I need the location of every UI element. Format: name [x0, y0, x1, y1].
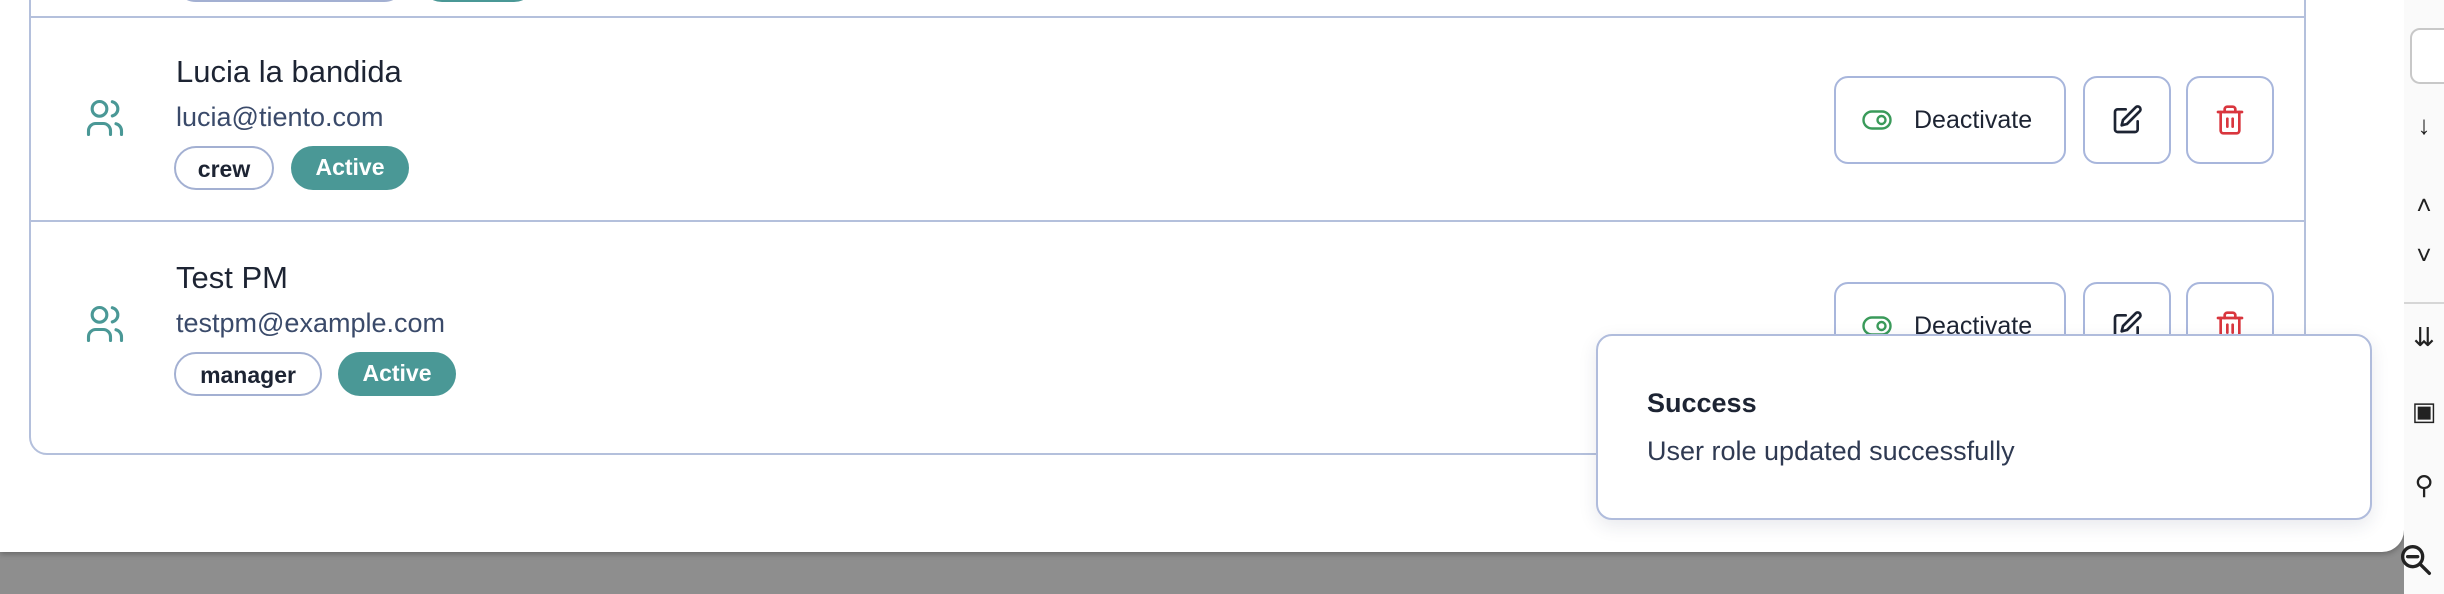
edit-icon	[2113, 105, 2142, 134]
clipboard-icon[interactable]: ▣	[2404, 396, 2444, 427]
role-badge[interactable]: crew	[174, 146, 274, 190]
side-glyph-icon: ↓	[2417, 110, 2431, 140]
user-email: lucia@tiento.com	[176, 102, 384, 132]
delete-button[interactable]	[2186, 76, 2274, 164]
role-badge	[174, 0, 406, 2]
divider	[2404, 302, 2444, 304]
status-badge: Active	[291, 146, 409, 190]
side-toolbar-button[interactable]	[2410, 28, 2444, 84]
zoom-out-icon[interactable]	[2396, 540, 2436, 585]
user-name: Lucia la bandida	[176, 54, 402, 89]
success-toast[interactable]: Success User role updated successfully	[1596, 334, 2372, 520]
side-toolbar	[2404, 0, 2444, 594]
toast-message: User role updated successfully	[1647, 436, 2015, 466]
deactivate-label: Deactivate	[1914, 105, 2033, 134]
user-name: Test PM	[176, 260, 288, 295]
role-badge[interactable]: manager	[174, 352, 322, 396]
chevron-down-icon[interactable]: ˅	[2404, 240, 2444, 271]
toggle-on-icon	[1862, 110, 1892, 130]
toast-title: Success	[1647, 388, 1757, 418]
chevron-up-icon[interactable]: ˄	[2404, 190, 2444, 221]
trash-icon	[2216, 105, 2244, 135]
status-badge	[420, 0, 536, 2]
user-email: testpm@example.com	[176, 308, 445, 338]
deactivate-button[interactable]: Deactivate	[1834, 76, 2066, 164]
app-window: Lucia la bandida lucia@tiento.com crew A…	[0, 0, 2404, 552]
user-row: Lucia la bandida lucia@tiento.com crew A…	[31, 16, 2304, 222]
toggle-on-icon	[1862, 316, 1892, 336]
users-icon	[83, 302, 127, 346]
status-badge: Active	[338, 352, 456, 396]
collapse-icon[interactable]: ⇊	[2404, 322, 2444, 353]
edit-button[interactable]	[2083, 76, 2171, 164]
search-icon[interactable]: ⚲	[2404, 470, 2444, 501]
users-icon	[83, 96, 127, 140]
